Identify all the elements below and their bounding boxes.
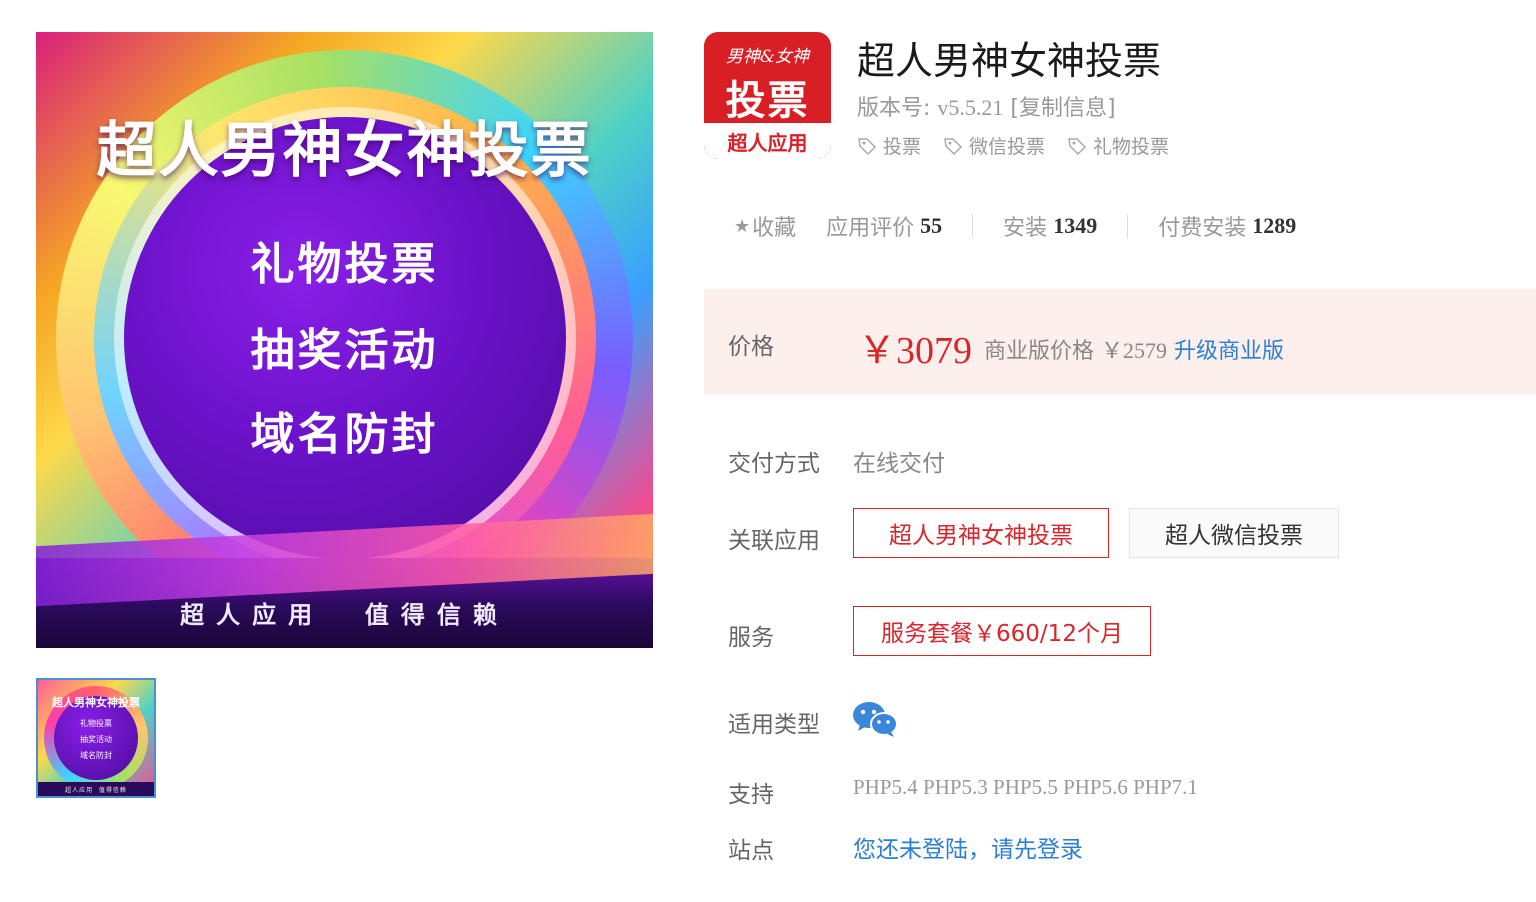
tag-list: 投票 微信投票 礼物投票	[857, 132, 1169, 159]
delivery-value: 在线交付	[853, 451, 945, 477]
stats-bar: ★ 收藏 应用评价 55 安装 1349 付费安装 1289	[734, 210, 1296, 242]
tag-icon	[858, 137, 877, 155]
related-apps-label: 关联应用	[728, 528, 820, 554]
favorite-button[interactable]: ★ 收藏	[734, 210, 796, 242]
copy-info-link[interactable]: [复制信息]	[1010, 96, 1115, 121]
commercial-price: 商业版价格 ￥2579 升级商业版	[984, 333, 1284, 365]
app-logo-main-text: 投票	[725, 78, 810, 124]
price-label: 价格	[728, 334, 774, 360]
tag-item[interactable]: 微信投票	[943, 132, 1045, 159]
tag-label: 投票	[883, 136, 922, 158]
support-value: PHP5.4 PHP5.3 PHP5.5 PHP5.6 PHP7.1	[853, 775, 1198, 799]
product-thumbnail[interactable]: 超人男神女神投票 礼物投票 抽奖活动 域名防封 超人应用 值得信赖	[36, 678, 156, 798]
thumbnail-title: 超人男神女神投票	[52, 696, 140, 709]
upgrade-commercial-link[interactable]: 升级商业版	[1174, 339, 1284, 364]
install-value: 1349	[1053, 213, 1098, 238]
commercial-price-label: 商业版价格	[984, 339, 1095, 364]
image-slogan: 超人应用 值得信赖	[180, 601, 509, 629]
thumbnail-line: 礼物投票	[80, 719, 112, 728]
version-info: 版本号: v5.5.21 [复制信息]	[857, 90, 1116, 122]
price-panel: 价格 ￥3079 商业版价格 ￥2579 升级商业版	[704, 289, 1536, 395]
image-feature-line: 抽奖活动	[250, 325, 439, 376]
product-main-image: 超人男神女神投票 礼物投票 抽奖活动 域名防封 超人应用 值得信赖	[36, 32, 653, 648]
type-label: 适用类型	[728, 712, 820, 738]
login-link[interactable]: 您还未登陆，请先登录	[853, 830, 1083, 864]
tag-label: 礼物投票	[1093, 136, 1170, 158]
tag-icon	[944, 137, 963, 155]
paid-install-label: 付费安装	[1158, 216, 1247, 241]
commercial-price-value: ￥2579	[1101, 338, 1168, 363]
rating-label: 应用评价	[826, 216, 915, 241]
app-logo-top-text: 男神&女神	[725, 47, 810, 67]
stats-divider	[972, 214, 974, 238]
version-label: 版本号:	[857, 96, 931, 121]
related-app-button[interactable]: 超人微信投票	[1129, 508, 1339, 558]
support-label: 支持	[728, 782, 774, 808]
thumbnail-slogan: 超人应用 值得信赖	[65, 787, 127, 794]
rating-stat[interactable]: 应用评价 55	[826, 210, 942, 242]
related-app-button[interactable]: 超人男神女神投票	[853, 508, 1109, 558]
tag-item[interactable]: 礼物投票	[1067, 132, 1169, 159]
thumbnail-line: 域名防封	[80, 751, 112, 760]
service-package-button[interactable]: 服务套餐￥660/12个月	[853, 606, 1151, 656]
app-logo-icon: 男神&女神 投票 超人应用	[704, 32, 831, 159]
image-feature-line: 域名防封	[250, 409, 439, 460]
app-logo-bottom-text: 超人应用	[727, 131, 808, 155]
price-value: ￥3079	[858, 330, 973, 372]
tag-label: 微信投票	[969, 136, 1046, 158]
app-logo-bottom-strip: 超人应用	[704, 123, 831, 159]
version-number: v5.5.21	[937, 95, 1004, 120]
service-label: 服务	[728, 625, 774, 651]
image-feature-line: 礼物投票	[250, 239, 439, 290]
star-icon: ★	[734, 215, 751, 237]
paid-install-value: 1289	[1252, 213, 1297, 238]
image-title: 超人男神女神投票	[96, 116, 593, 186]
wechat-icon	[853, 702, 898, 737]
rating-value: 55	[920, 213, 943, 238]
delivery-label: 交付方式	[728, 451, 820, 477]
stats-divider	[1127, 214, 1129, 238]
install-stat: 安装 1349	[1003, 210, 1097, 242]
tag-icon	[1068, 137, 1087, 155]
thumbnail-line: 抽奖活动	[80, 735, 112, 744]
favorite-label: 收藏	[752, 216, 797, 241]
product-title: 超人男神女神投票	[857, 39, 1162, 83]
site-label: 站点	[728, 838, 774, 864]
tag-item[interactable]: 投票	[857, 132, 921, 159]
paid-install-stat: 付费安装 1289	[1158, 210, 1296, 242]
install-label: 安装	[1003, 216, 1048, 241]
